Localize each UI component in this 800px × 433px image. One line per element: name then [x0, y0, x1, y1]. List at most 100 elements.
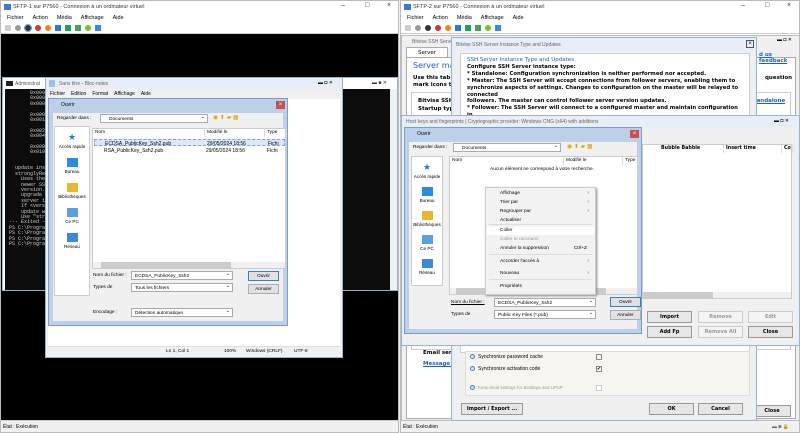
checkpoint-icon[interactable]	[75, 25, 81, 31]
col-type[interactable]: Type	[265, 129, 287, 137]
menu-action[interactable]: Action	[33, 15, 48, 21]
start-icon[interactable]	[415, 25, 421, 31]
feedback-link[interactable]: d us feedback	[759, 52, 795, 64]
place-quick-access[interactable]: ★ Accès rapide	[412, 163, 442, 180]
close-button[interactable]: ×	[630, 130, 639, 138]
enhanced-session-icon[interactable]	[95, 25, 101, 31]
place-quick-access[interactable]: ★ Accès rapide	[55, 133, 89, 150]
file-list[interactable]: Nom Modifié le Type ECDSA_PublicKey_Ssh2…	[92, 128, 287, 269]
host-keys-controls[interactable]: ▬ ◘ ✕	[774, 118, 789, 124]
place-network[interactable]: Réseau	[412, 259, 442, 275]
minimize-button[interactable]: –	[741, 2, 745, 9]
horizontal-scrollbar[interactable]	[643, 292, 791, 298]
menu-affichage[interactable]: Affichage	[81, 15, 104, 21]
col-nom[interactable]: Nom	[93, 129, 205, 137]
pause-icon[interactable]	[455, 25, 461, 31]
close-button[interactable]: ×	[746, 40, 754, 48]
col-type[interactable]: Type	[623, 157, 639, 165]
menu-affichage[interactable]: Affichage	[481, 15, 504, 21]
context-menu-item[interactable]: Trier par	[500, 200, 518, 205]
host-keys-table[interactable]: Bubble Babble Insert time Co	[642, 144, 793, 299]
checkpoint-icon[interactable]	[475, 25, 481, 31]
col-co[interactable]: Co	[782, 145, 793, 153]
menu-edition[interactable]: Edition	[71, 91, 86, 97]
console-controls[interactable]: ▬ ■ ✕	[372, 80, 387, 86]
context-menu-item[interactable]: Actualiser	[500, 218, 521, 223]
shutdown-icon[interactable]	[35, 25, 41, 31]
cancel-button[interactable]: Cancel	[698, 403, 743, 415]
context-menu-item[interactable]: Affichage	[500, 191, 520, 196]
ctrl-alt-del-icon[interactable]	[405, 25, 411, 31]
file-row[interactable]: ECDSA_PublicKey_Ssh2.pub 29/05/2024 18:5…	[94, 139, 285, 147]
place-libraries[interactable]: Bibliothèques	[55, 183, 89, 199]
ctrl-alt-del-icon[interactable]	[5, 25, 11, 31]
add-fp-button[interactable]: Add Fp	[647, 326, 692, 338]
place-this-pc[interactable]: Ce PC	[412, 235, 442, 251]
ok-button[interactable]: OK	[649, 403, 694, 415]
pause-icon[interactable]	[55, 25, 61, 31]
menu-affichage[interactable]: Affichage	[114, 91, 135, 97]
help-icon[interactable]: ?	[470, 354, 475, 359]
menu-fichier[interactable]: Fichier	[407, 15, 424, 21]
context-menu-item[interactable]: Regrouper par	[500, 209, 531, 214]
context-menu-item[interactable]: Propriétés	[500, 284, 522, 289]
save-icon[interactable]	[45, 25, 51, 31]
col-modifie[interactable]: Modifié le	[564, 157, 623, 165]
types-select[interactable]: Tous les fichiers	[131, 283, 233, 292]
option-checkbox[interactable]	[596, 354, 602, 360]
nav-icons[interactable]: ◉ ⬆ ▰ ▦	[213, 114, 239, 121]
bitvise-controls[interactable]: ▬ ◘ ✕	[777, 37, 792, 43]
context-menu-item[interactable]: Nouveau	[500, 271, 519, 276]
place-libraries[interactable]: Bibliothèques	[412, 211, 442, 227]
close-button[interactable]: Close	[748, 326, 793, 338]
resume-icon[interactable]	[65, 25, 71, 31]
menu-aide[interactable]: Aide	[513, 15, 524, 21]
enhanced-session-icon[interactable]	[495, 25, 501, 31]
minimize-button[interactable]: –	[341, 2, 345, 9]
menu-fichier[interactable]: Fichier	[7, 15, 24, 21]
turn-off-icon[interactable]	[24, 24, 32, 32]
cancel-button[interactable]: Annuler	[610, 310, 641, 320]
open-button[interactable]: Ouvrir	[248, 271, 279, 281]
nav-icons[interactable]: ◉ ⬆ ▰ ▦	[567, 143, 593, 150]
close-button[interactable]: ×	[787, 2, 791, 9]
option-checkbox[interactable]: ✔	[596, 366, 602, 372]
look-in-select[interactable]: Documents	[100, 114, 208, 123]
menu-media[interactable]: Média	[457, 15, 472, 21]
shutdown-icon[interactable]	[435, 25, 441, 31]
close-button[interactable]: ×	[387, 2, 391, 9]
context-menu-item[interactable]: Coller	[500, 228, 513, 233]
file-row[interactable]: RSA_PublicKey_Ssh2.pub 29/05/2024 18:56 …	[94, 147, 285, 154]
console-scrollbar[interactable]	[390, 89, 397, 290]
filename-input[interactable]: ECDSA_PublicKey_Ssh2	[494, 298, 596, 307]
encoding-select[interactable]: Détection automatique	[131, 308, 233, 317]
place-desktop[interactable]: Bureau	[55, 158, 89, 174]
menu-media[interactable]: Média	[57, 15, 72, 21]
maximize-button[interactable]: □	[365, 2, 369, 9]
context-menu-item[interactable]: Annuler la suppression	[500, 246, 549, 251]
place-network[interactable]: Réseau	[55, 233, 89, 249]
notepad-controls[interactable]: ▬ ◘ ✕	[318, 80, 333, 86]
look-in-select[interactable]: Documents	[453, 143, 561, 152]
help-icon[interactable]: ?	[470, 385, 475, 390]
place-desktop[interactable]: Bureau	[412, 187, 442, 203]
filename-input[interactable]: ECDSA_PublicKey_Ssh2	[131, 271, 233, 280]
menu-fichier[interactable]: Fichier	[50, 91, 65, 97]
maximize-button[interactable]: □	[765, 2, 769, 9]
place-this-pc[interactable]: Ce PC	[55, 208, 89, 224]
menu-format[interactable]: Format	[92, 91, 108, 97]
col-nom[interactable]: Nom	[450, 157, 564, 165]
cancel-button[interactable]: Annuler	[248, 284, 279, 294]
revert-icon[interactable]	[485, 25, 491, 31]
bitvise-close-button[interactable]: Close	[753, 405, 791, 417]
menu-action[interactable]: Action	[433, 15, 448, 21]
context-menu-item[interactable]: Accorder l'accès à	[500, 259, 539, 264]
revert-icon[interactable]	[85, 25, 91, 31]
col-insert-time[interactable]: Insert time	[724, 145, 782, 153]
menu-aide[interactable]: Aide	[113, 15, 124, 21]
import-button[interactable]: Import	[647, 311, 692, 323]
resume-icon[interactable]	[465, 25, 471, 31]
help-icon[interactable]: ?	[470, 366, 475, 371]
close-button[interactable]: ×	[276, 101, 285, 109]
col-modifie[interactable]: Modifié le	[205, 129, 265, 137]
